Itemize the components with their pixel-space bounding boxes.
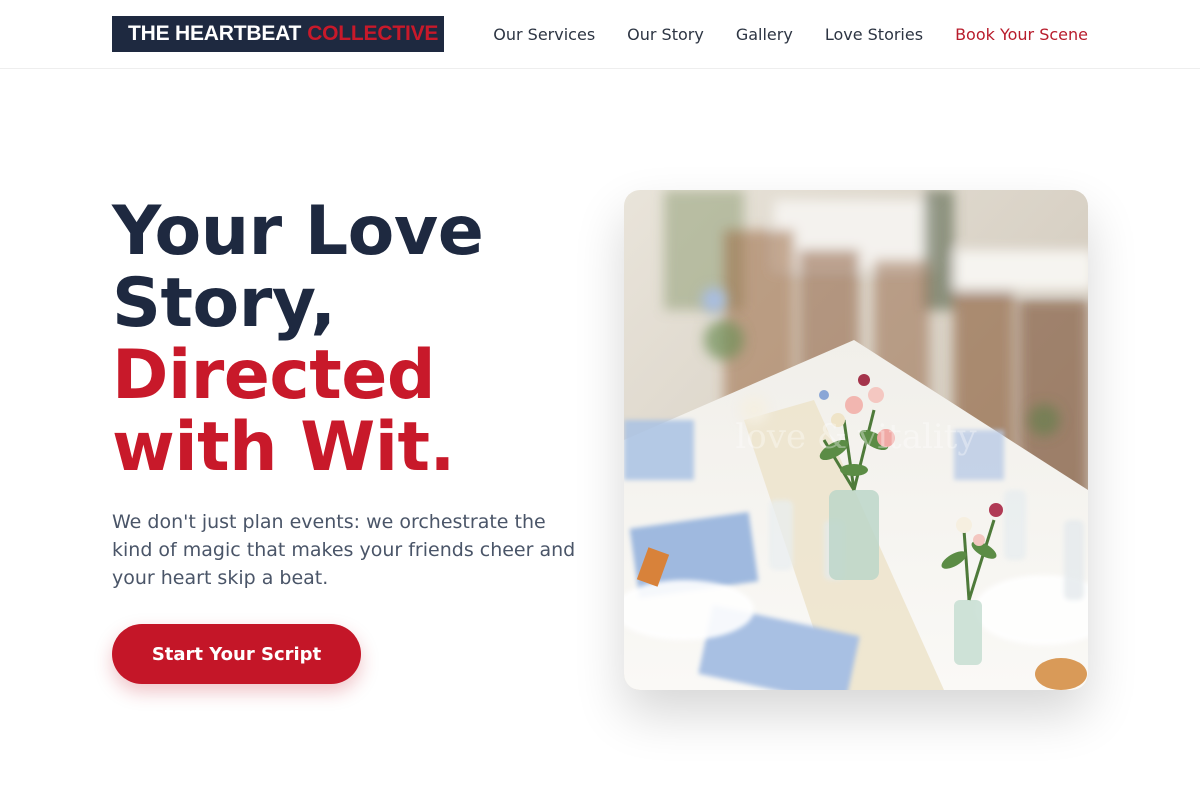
headline-line-2: Story, — [112, 264, 336, 343]
start-your-script-button[interactable]: Start Your Script — [112, 624, 361, 684]
headline-line-3: Directed — [112, 336, 436, 415]
logo-accent-text: COLLECTIVE — [307, 22, 439, 45]
hero-image: love & vitality — [624, 190, 1088, 690]
image-watermark: love & vitality — [735, 417, 977, 457]
nav-link-gallery[interactable]: Gallery — [736, 25, 793, 44]
site-logo[interactable]: THE HEARTBEAT COLLECTIVE — [112, 16, 444, 52]
logo-main-text: THE HEARTBEAT — [128, 22, 302, 45]
hero-headline: Your Love Story, Directed with Wit. — [112, 196, 612, 484]
nav-link-love-stories[interactable]: Love Stories — [825, 25, 923, 44]
headline-line-4: with Wit. — [112, 408, 455, 487]
table-setting-illustration: love & vitality — [624, 190, 1088, 690]
main-nav: Our Services Our Story Gallery Love Stor… — [461, 0, 1088, 68]
nav-link-services[interactable]: Our Services — [493, 25, 595, 44]
nav-link-our-story[interactable]: Our Story — [627, 25, 704, 44]
hero-subtext: We don't just plan events: we orchestrat… — [112, 511, 576, 589]
nav-link-book-scene[interactable]: Book Your Scene — [955, 25, 1088, 44]
site-header: THE HEARTBEAT COLLECTIVE Our Services Ou… — [0, 0, 1200, 69]
headline-line-1: Your Love — [112, 192, 484, 271]
